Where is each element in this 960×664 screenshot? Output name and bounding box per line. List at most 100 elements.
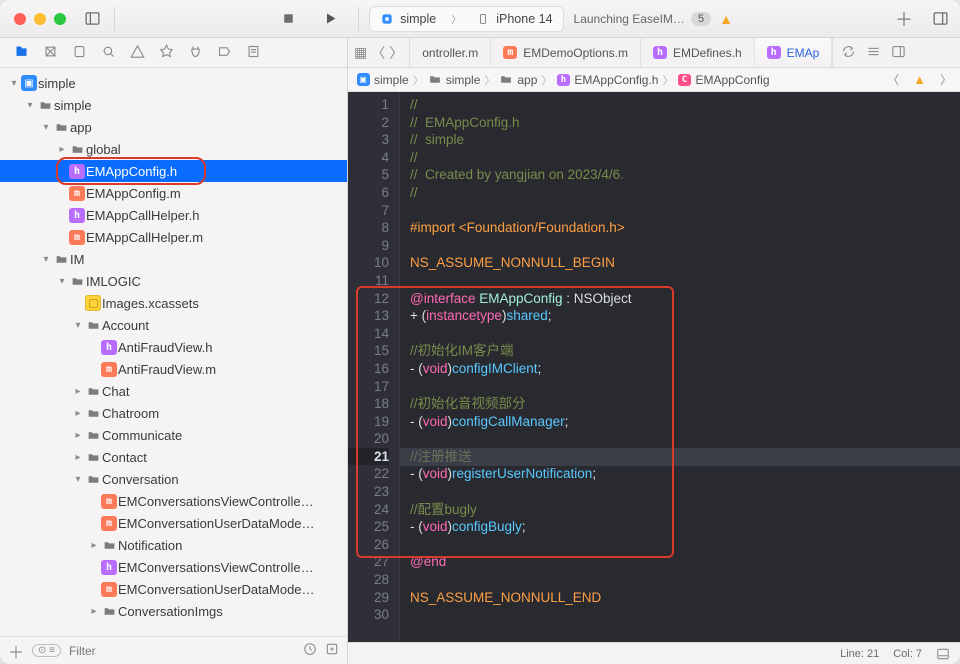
group-account[interactable]: ▾ Account bbox=[0, 314, 347, 336]
current-line-highlight bbox=[400, 448, 960, 466]
report-navigator-tab[interactable] bbox=[246, 44, 261, 62]
jumpbar-seg[interactable]: app bbox=[517, 73, 537, 87]
jump-bar[interactable]: ▣ simple〉 simple〉 app〉 h EMAppConfig.h〉 … bbox=[348, 68, 960, 92]
impl-file-icon: m bbox=[69, 230, 85, 245]
group-im[interactable]: ▾ IM bbox=[0, 248, 347, 270]
file-label: EMConversationUserDataMode… bbox=[118, 516, 315, 531]
group-label: simple bbox=[54, 98, 92, 113]
project-navigator-tab[interactable] bbox=[14, 44, 29, 62]
next-issue-button[interactable]: 〉 bbox=[940, 71, 952, 88]
scheme-destination-pill[interactable]: simple 〉 iPhone 14 bbox=[369, 6, 563, 32]
breakpoint-navigator-tab[interactable] bbox=[217, 44, 232, 62]
debug-navigator-tab[interactable] bbox=[188, 44, 203, 62]
project-root[interactable]: ▾▣ simple bbox=[0, 72, 347, 94]
editor-tab[interactable]: mEMDemoOptions.m bbox=[491, 38, 641, 67]
destination-name: iPhone 14 bbox=[496, 12, 552, 26]
impl-file-icon: m bbox=[69, 186, 85, 201]
folder-icon bbox=[499, 73, 513, 87]
code-editor[interactable]: 12345 678910 1112131415 1617181920 21222… bbox=[348, 92, 960, 642]
file-emappcallhelper-h[interactable]: h EMAppCallHelper.h bbox=[0, 204, 347, 226]
editor-options-button[interactable] bbox=[866, 44, 881, 62]
counterparts-button[interactable] bbox=[841, 44, 856, 62]
editor-tab-active[interactable]: hEMAp bbox=[755, 38, 833, 67]
group-chatroom[interactable]: ▸ Chatroom bbox=[0, 402, 347, 424]
file-convvc-m[interactable]: m EMConversationsViewControlle… bbox=[0, 490, 347, 512]
issue-navigator-tab[interactable] bbox=[130, 44, 145, 62]
folder-icon bbox=[84, 407, 102, 420]
file-antifraudview-m[interactable]: m AntiFraudView.m bbox=[0, 358, 347, 380]
group-notification[interactable]: ▸ Notification bbox=[0, 534, 347, 556]
run-button[interactable] bbox=[318, 7, 342, 31]
xcodeproj-icon: ▣ bbox=[357, 73, 370, 86]
file-images-xcassets[interactable]: Images.xcassets bbox=[0, 292, 347, 314]
folder-icon bbox=[428, 73, 442, 87]
group-conversation[interactable]: ▾ Conversation bbox=[0, 468, 347, 490]
scheme-icon bbox=[380, 12, 394, 26]
scope-filter-button[interactable]: ⊙ ≡ bbox=[32, 644, 61, 657]
source-control-tab[interactable] bbox=[43, 44, 58, 62]
warning-icon[interactable]: ▲ bbox=[719, 11, 733, 27]
folder-icon bbox=[84, 385, 102, 398]
group-label: Chatroom bbox=[102, 406, 159, 421]
group-contact[interactable]: ▸ Contact bbox=[0, 446, 347, 468]
nav-forward-button[interactable]: 〉 bbox=[389, 43, 403, 63]
filter-input[interactable] bbox=[69, 644, 295, 658]
jumpbar-seg[interactable]: simple bbox=[446, 73, 481, 87]
toggle-left-panel-button[interactable] bbox=[80, 7, 104, 31]
zoom-window-button[interactable] bbox=[54, 13, 66, 25]
test-navigator-tab[interactable] bbox=[159, 44, 174, 62]
library-button[interactable] bbox=[928, 7, 952, 31]
stop-button[interactable] bbox=[276, 7, 300, 31]
symbol-navigator-tab[interactable] bbox=[72, 44, 87, 62]
file-convvc-h[interactable]: h EMConversationsViewControlle… bbox=[0, 556, 347, 578]
gutter[interactable]: 12345 678910 1112131415 1617181920 21222… bbox=[348, 92, 400, 642]
group-global[interactable]: ▸ global bbox=[0, 138, 347, 160]
file-emappconfig-m[interactable]: m EMAppConfig.m bbox=[0, 182, 347, 204]
navigator-panel: ▾▣ simple ▾ simple ▾ app ▸ global bbox=[0, 38, 348, 664]
group-chat[interactable]: ▸ Chat bbox=[0, 380, 347, 402]
folder-icon bbox=[84, 319, 102, 332]
header-file-icon: h bbox=[101, 340, 117, 355]
close-window-button[interactable] bbox=[14, 13, 26, 25]
group-label: ConversationImgs bbox=[118, 604, 223, 619]
add-button[interactable]: ＋ bbox=[8, 639, 24, 663]
recent-filter-button[interactable] bbox=[303, 642, 317, 659]
editor-tab[interactable]: hEMDefines.h bbox=[641, 38, 755, 67]
related-items-button[interactable]: ▦ bbox=[354, 44, 367, 61]
group-communicate[interactable]: ▸ Communicate bbox=[0, 424, 347, 446]
find-navigator-tab[interactable] bbox=[101, 44, 116, 62]
navigator-footer: ＋ ⊙ ≡ bbox=[0, 636, 347, 664]
add-editor-button[interactable]: ＋ bbox=[892, 6, 916, 32]
group-label: global bbox=[86, 142, 121, 157]
nav-back-button[interactable]: 〈 bbox=[371, 43, 385, 63]
file-emappconfig-h[interactable]: h EMAppConfig.h bbox=[0, 160, 347, 182]
file-convdm-m[interactable]: m EMConversationUserDataMode… bbox=[0, 512, 347, 534]
group-convimgs[interactable]: ▸ ConversationImgs bbox=[0, 600, 347, 622]
toggle-bottom-panel-button[interactable] bbox=[936, 647, 950, 661]
jumpbar-seg[interactable]: EMAppConfig bbox=[695, 73, 769, 87]
code-content[interactable]: // // EMAppConfig.h // simple // // Crea… bbox=[400, 92, 960, 642]
scm-filter-button[interactable] bbox=[325, 642, 339, 659]
jumpbar-seg[interactable]: EMAppConfig.h bbox=[574, 73, 658, 87]
group-simple[interactable]: ▾ simple bbox=[0, 94, 347, 116]
file-label: Images.xcassets bbox=[102, 296, 199, 311]
header-file-icon: h bbox=[767, 46, 781, 59]
cursor-line: Line: 21 bbox=[840, 648, 879, 660]
group-imlogic[interactable]: ▾ IMLOGIC bbox=[0, 270, 347, 292]
impl-file-icon: m bbox=[101, 362, 117, 377]
add-editor-button[interactable] bbox=[891, 44, 906, 62]
minimize-window-button[interactable] bbox=[34, 13, 46, 25]
warning-icon[interactable]: ▲ bbox=[913, 72, 926, 87]
jumpbar-seg[interactable]: simple bbox=[374, 73, 409, 87]
editor-tab[interactable]: ontroller.m bbox=[410, 38, 491, 67]
file-antifraudview-h[interactable]: h AntiFraudView.h bbox=[0, 336, 347, 358]
file-convdm-m2[interactable]: m EMConversationUserDataMode… bbox=[0, 578, 347, 600]
header-file-icon: h bbox=[69, 164, 85, 179]
group-label: Conversation bbox=[102, 472, 179, 487]
file-emappcallhelper-m[interactable]: m EMAppCallHelper.m bbox=[0, 226, 347, 248]
group-app[interactable]: ▾ app bbox=[0, 116, 347, 138]
traffic-lights bbox=[0, 13, 66, 25]
prev-issue-button[interactable]: 〈 bbox=[887, 71, 899, 88]
project-tree[interactable]: ▾▣ simple ▾ simple ▾ app ▸ global bbox=[0, 68, 347, 636]
group-label: Contact bbox=[102, 450, 147, 465]
